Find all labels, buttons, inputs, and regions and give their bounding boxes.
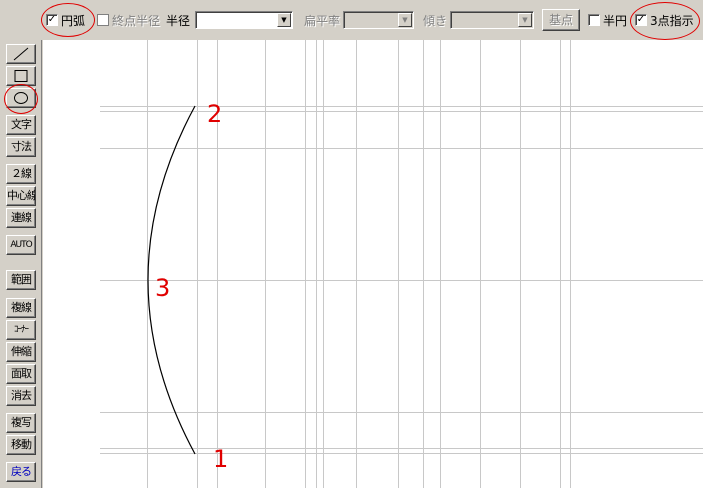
- tool-chamfer[interactable]: 面取: [6, 364, 36, 384]
- arc-checkbox-label: 円弧: [61, 13, 86, 28]
- tool-range[interactable]: 範囲: [6, 270, 36, 290]
- flatness-label: 扁平率: [304, 13, 341, 28]
- tool-copy[interactable]: 複写: [6, 413, 36, 433]
- semicircle-checkbox[interactable]: 半円: [588, 11, 627, 29]
- endpoint-radius-checkbox[interactable]: 終点半径: [97, 11, 160, 29]
- tool-corner[interactable]: ｺｰﾅｰ: [6, 320, 36, 340]
- tool-back[interactable]: 戻る: [6, 462, 36, 482]
- three-point-checkbox[interactable]: ✓ 3点指示: [635, 11, 694, 29]
- semicircle-checkbox-box[interactable]: [588, 14, 600, 26]
- construction-grid: [100, 40, 703, 488]
- three-point-label: 3点指示: [650, 13, 694, 28]
- point-label-2: 2: [207, 100, 223, 128]
- endpoint-radius-label: 終点半径: [112, 13, 161, 28]
- circle-tool-button[interactable]: [6, 88, 36, 108]
- circle-icon: [14, 92, 28, 104]
- point-label-3: 3: [155, 274, 171, 302]
- arc-checkbox-box[interactable]: ✓: [46, 14, 58, 26]
- flatness-label-wrap: 扁平率: [304, 11, 340, 29]
- chevron-down-icon[interactable]: ▼: [277, 13, 291, 27]
- line-tool-button[interactable]: [6, 44, 36, 64]
- flatness-combo[interactable]: ▼: [343, 11, 414, 29]
- tool-text[interactable]: 文字: [6, 115, 36, 135]
- tool-continuous-line[interactable]: 連線: [6, 208, 36, 228]
- tool-move[interactable]: 移動: [6, 435, 36, 455]
- drawing-svg[interactable]: [43, 40, 703, 488]
- tool-center-line[interactable]: 中心線: [6, 186, 36, 206]
- tool-auto[interactable]: AUTO: [6, 235, 36, 255]
- tool-stretch[interactable]: 伸縮: [6, 342, 36, 362]
- tool-double-line[interactable]: ２線: [6, 164, 36, 184]
- arc-toolbar: ✓ 円弧 終点半径 半径 ▼ 扁平率 ▼ 傾き ▼ 基点 半円 ✓ 3点指示: [0, 0, 703, 40]
- semicircle-label: 半円: [603, 13, 628, 28]
- rectangle-tool-button[interactable]: [6, 66, 36, 86]
- radius-label: 半径: [166, 13, 191, 28]
- line-icon: [13, 47, 29, 61]
- point-label-1: 1: [213, 445, 229, 473]
- base-point-button[interactable]: 基点: [542, 9, 580, 31]
- tool-palette: 文字 寸法 ２線 中心線 連線 AUTO 範囲 複線 ｺｰﾅｰ 伸縮 面取 消去…: [0, 40, 42, 488]
- tool-erase[interactable]: 消去: [6, 386, 36, 406]
- tilt-label-wrap: 傾き: [423, 11, 447, 29]
- tilt-label: 傾き: [423, 13, 448, 28]
- arc-checkbox[interactable]: ✓ 円弧: [46, 11, 85, 29]
- rectangle-icon: [14, 70, 28, 82]
- chevron-down-icon[interactable]: ▼: [518, 13, 532, 27]
- tool-multi-line[interactable]: 複線: [6, 298, 36, 318]
- drawing-canvas[interactable]: 2 3 1: [43, 40, 703, 488]
- tilt-combo[interactable]: ▼: [450, 11, 534, 29]
- radius-combo[interactable]: ▼: [195, 11, 293, 29]
- three-point-checkbox-box[interactable]: ✓: [635, 14, 647, 26]
- chevron-down-icon[interactable]: ▼: [398, 13, 412, 27]
- radius-label-wrap: 半径: [166, 11, 190, 29]
- endpoint-radius-checkbox-box[interactable]: [97, 14, 109, 26]
- tool-dimension[interactable]: 寸法: [6, 137, 36, 157]
